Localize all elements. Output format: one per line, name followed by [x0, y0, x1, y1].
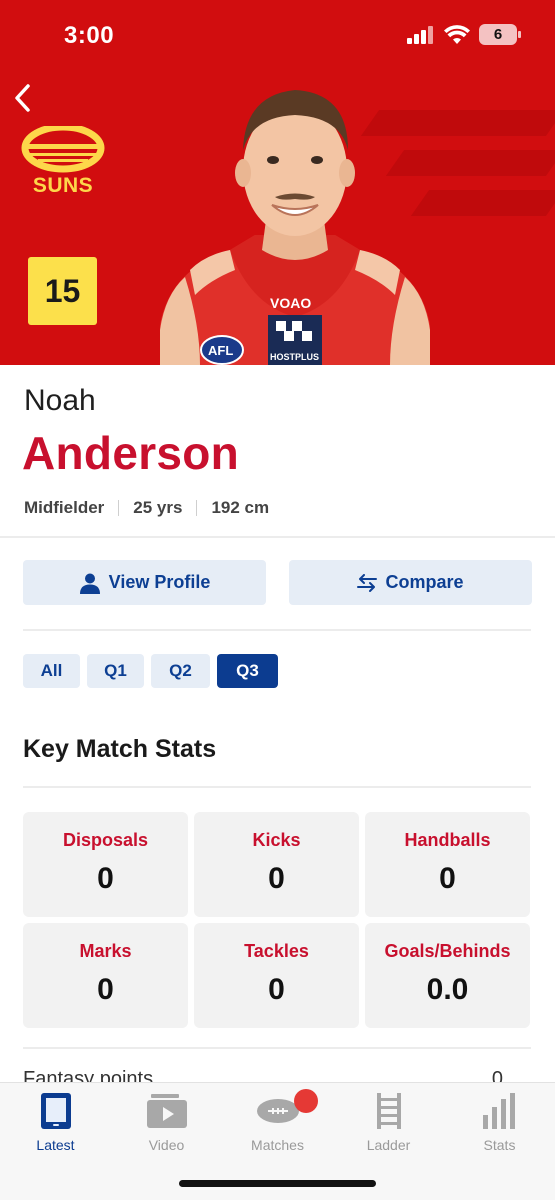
stat-label: Marks [79, 941, 132, 961]
player-last-name: Anderson [22, 427, 240, 479]
svg-text:AFL: AFL [208, 343, 233, 358]
tab-all[interactable]: All [23, 654, 80, 688]
player-first-name: Noah [24, 384, 96, 417]
tab-stats[interactable]: Stats [444, 1091, 555, 1153]
section-divider [23, 786, 531, 788]
compare-label: Compare [385, 572, 464, 592]
stat-value: 0 [268, 862, 285, 895]
stat-card-tackles: Tackles 0 [194, 923, 359, 1028]
player-hero: 3:00 6 SUNS 15 VOAO AFL HOSTPLUS [0, 0, 555, 365]
tab-label: Matches [251, 1137, 304, 1153]
status-time: 3:00 [64, 22, 115, 49]
tab-q1[interactable]: Q1 [87, 654, 144, 688]
ladder-icon [376, 1093, 401, 1129]
back-chevron-icon[interactable] [10, 80, 38, 116]
stat-card-kicks: Kicks 0 [194, 812, 359, 917]
compare-button[interactable]: Compare [289, 560, 532, 605]
stat-label: Goals/Behinds [384, 941, 511, 961]
stat-card-goals-behinds: Goals/Behinds 0.0 [365, 923, 530, 1028]
person-icon [79, 573, 100, 594]
section-divider [23, 1047, 531, 1049]
stat-value: 0 [97, 862, 114, 895]
stat-card-disposals: Disposals 0 [23, 812, 188, 917]
stat-label: Kicks [252, 830, 301, 850]
view-profile-label: View Profile [108, 572, 211, 592]
notification-dot [294, 1089, 318, 1113]
tab-q3[interactable]: Q3 [217, 654, 278, 688]
team-logo: SUNS [20, 123, 106, 197]
view-profile-button[interactable]: View Profile [23, 560, 266, 605]
key-match-stats-title: Key Match Stats [23, 735, 217, 763]
meta-divider [196, 500, 198, 516]
meta-divider [118, 500, 120, 516]
svg-text:HOSTPLUS: HOSTPLUS [270, 352, 319, 362]
player-meta: Midfielder 25 yrs 192 cm [24, 498, 269, 518]
stat-card-handballs: Handballs 0 [365, 812, 530, 917]
jersey-sponsor-chest: VOAO [270, 295, 311, 311]
stat-card-marks: Marks 0 [23, 923, 188, 1028]
stat-label: Disposals [62, 830, 149, 850]
key-stats-grid: Disposals 0 Kicks 0 Handballs 0 Marks 0 … [23, 812, 531, 1028]
battery-indicator: 6 [479, 24, 521, 45]
suns-emblem-icon [21, 123, 105, 173]
tab-label: Ladder [366, 1137, 411, 1153]
tab-label: Video [148, 1137, 185, 1153]
stat-label: Handballs [404, 830, 491, 850]
player-position: Midfielder [24, 498, 105, 517]
stat-label: Tackles [244, 941, 309, 961]
player-photo: VOAO AFL HOSTPLUS [160, 90, 430, 365]
stat-value: 0 [439, 862, 456, 895]
stat-value: 0 [97, 973, 114, 1006]
bar-chart-icon [482, 1093, 515, 1129]
stat-value: 0 [268, 973, 285, 1006]
hero-stripe [410, 190, 555, 216]
tab-latest[interactable]: Latest [0, 1091, 111, 1153]
home-indicator [179, 1180, 376, 1187]
tab-label: Latest [36, 1137, 75, 1153]
play-icon [146, 1094, 187, 1128]
player-age: 25 yrs [133, 498, 183, 517]
stat-value: 0.0 [426, 973, 469, 1006]
tab-ladder[interactable]: Ladder [333, 1091, 444, 1153]
tab-video[interactable]: Video [111, 1091, 222, 1153]
signal-icon [407, 25, 433, 44]
team-logo-text: SUNS [32, 174, 94, 197]
tab-matches[interactable]: Matches [222, 1089, 333, 1153]
tablet-icon [40, 1093, 71, 1129]
wifi-icon [444, 24, 470, 44]
swap-arrows-icon [357, 573, 378, 592]
section-divider [23, 629, 531, 631]
quarter-filter-tabs: All Q1 Q2 Q3 [23, 654, 278, 688]
status-icons: 6 [407, 24, 521, 45]
player-height: 192 cm [211, 498, 270, 517]
jersey-number-badge: 15 [28, 257, 97, 325]
tab-label: Stats [483, 1137, 516, 1153]
tab-q2[interactable]: Q2 [151, 654, 210, 688]
section-divider [0, 536, 555, 538]
